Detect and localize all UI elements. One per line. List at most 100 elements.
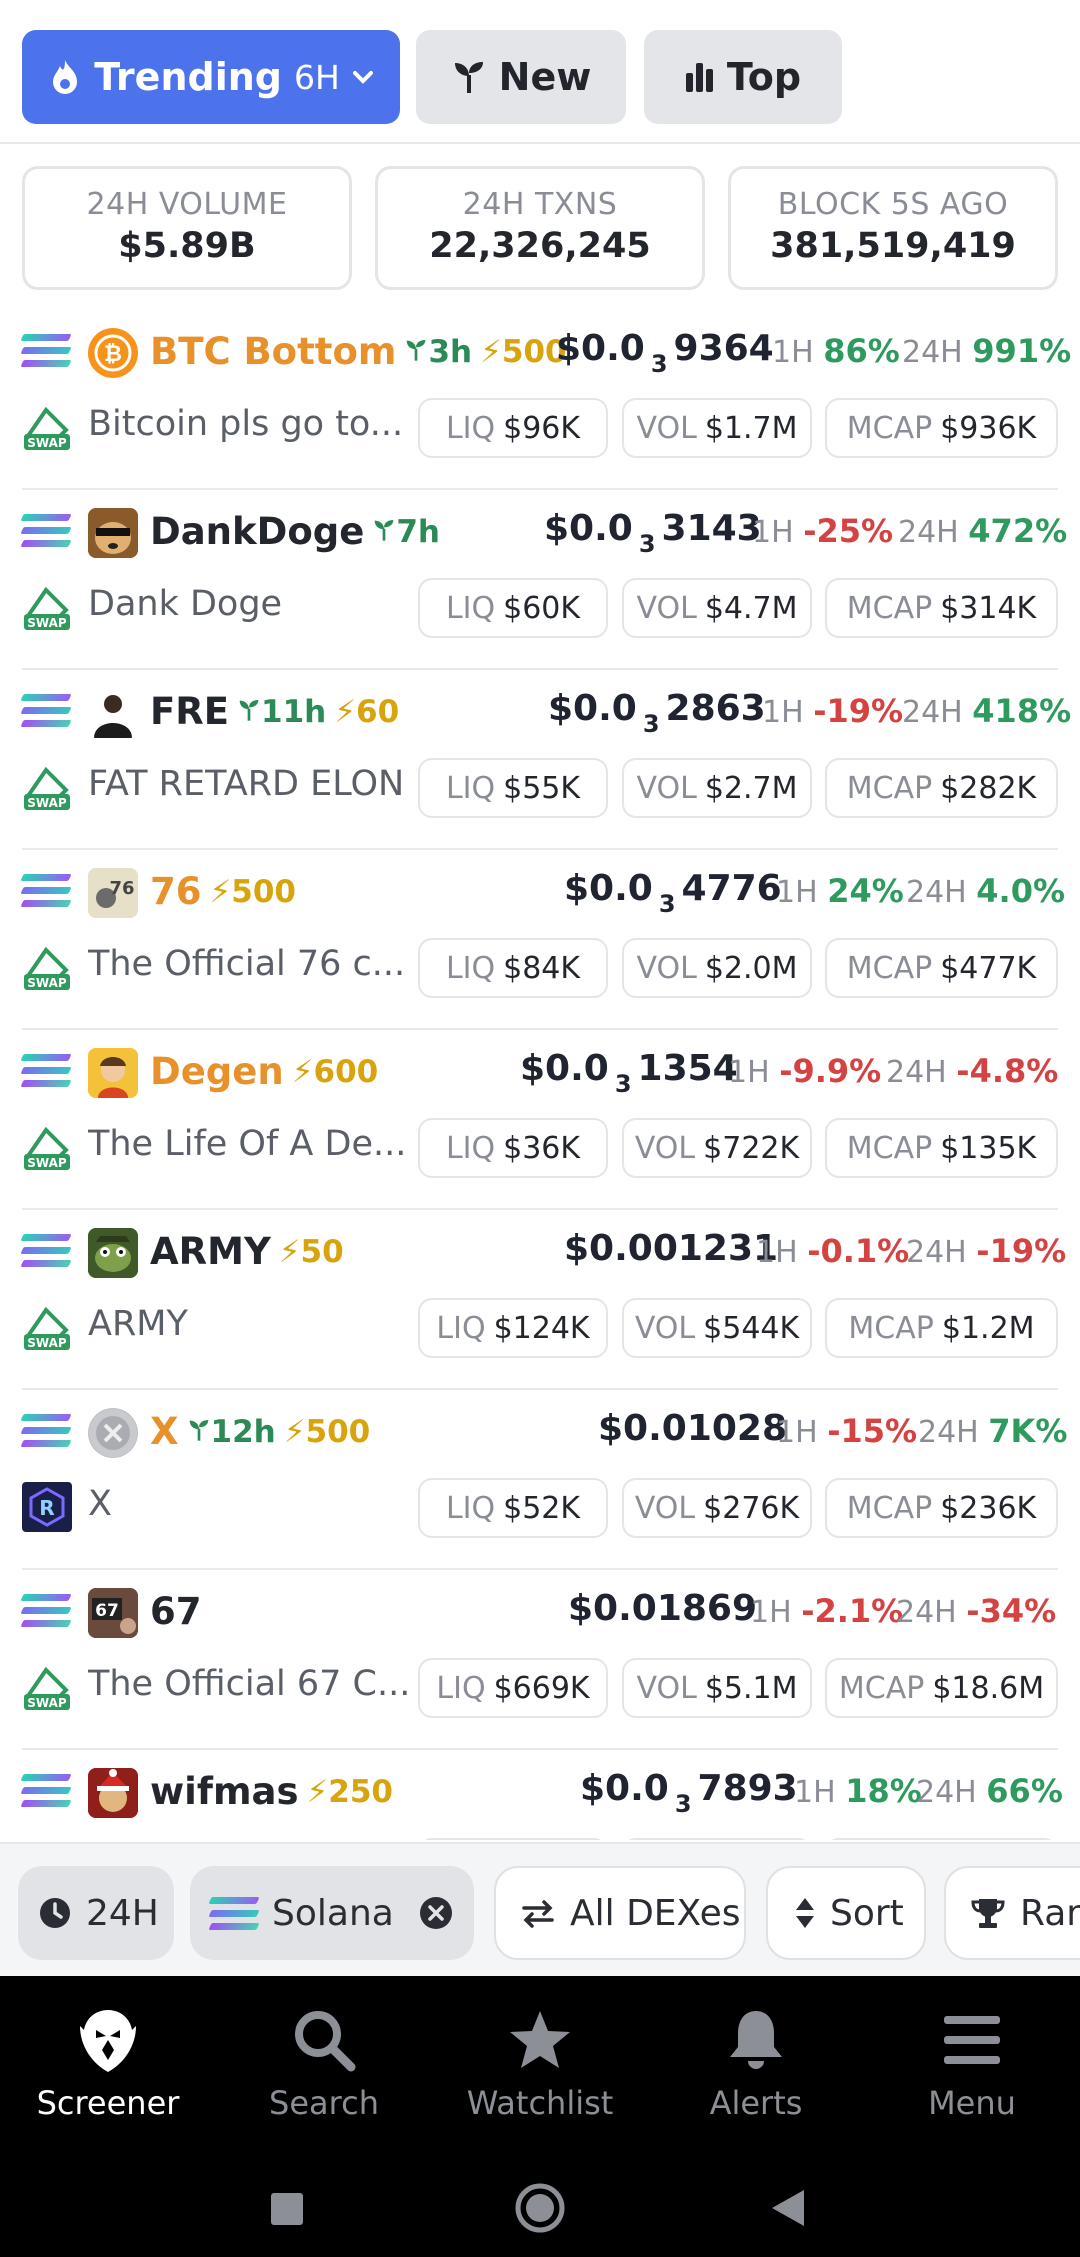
bottom-nav: Screener Search Watchlist Alerts Menu [0,1976,1080,2156]
bar-chart-icon [685,63,713,92]
home-icon[interactable] [514,2182,566,2234]
change-24h: 24H 472% [898,512,1067,550]
pill-value: $55K [503,770,581,806]
liquidity-pill: LIQ $96K [418,398,608,458]
volume-pill: VOL $276K [622,1478,812,1538]
boost-badge: ⚡250 [306,1773,394,1810]
seedling-icon [239,699,259,721]
pair-age: 11h [237,694,326,730]
close-icon[interactable] [418,1895,454,1931]
timeframe-filter[interactable]: 24H [18,1866,174,1960]
pair-row[interactable]: ARMY ⚡50 $0.001231 1H -0.1% 24H -19% SWA… [0,1210,1080,1390]
tab-top[interactable]: Top [644,30,842,124]
token-symbol: 76 ⚡500 [150,870,296,913]
token-symbol-text: 76 [150,870,202,913]
pair-age-text: 7h [396,513,440,550]
tab-new[interactable]: New [416,30,626,124]
stat-24h-txns: 24H TXNS 22,326,245 [375,166,705,290]
pair-row[interactable]: 67 67 $0.01869 1H -2.1% 24H -34% SWAP Th… [0,1570,1080,1750]
trophy-icon [971,1899,1005,1928]
boost-text: 50 [300,1233,344,1270]
token-symbol-text: DankDoge [150,510,365,553]
volume-pill: VOL $5.1M [622,1658,812,1718]
stat-label: 24H VOLUME [86,187,288,222]
token-symbol: X 12h ⚡500 [150,1410,370,1453]
nav-watchlist[interactable]: Watchlist [432,1996,648,2122]
token-name: X [88,1484,112,1524]
pair-row[interactable]: 76 76 ⚡500 $0.0 3 4776 1H 24% 24H 4.0% SWA… [0,850,1080,1030]
rank-button[interactable]: Ran [944,1866,1080,1960]
solana-icon [20,1594,72,1630]
pair-row[interactable]: Degen ⚡600 $0.0 3 1354 1H -9.9% 24H -4.8% … [0,1030,1080,1210]
tab-trending-label: Trending [94,55,282,99]
price-digits: 2863 [665,688,766,729]
change-value: -4.8% [956,1052,1059,1090]
pair-row[interactable]: X 12h ⚡500 $0.01028 1H -15% 24H 7K% R X … [0,1390,1080,1570]
change-label: 24H [898,515,959,550]
pill-label: LIQ [445,770,496,806]
price-digits: 1354 [637,1048,738,1089]
pair-row[interactable]: wifmas ⚡250 $0.0 3 7893 1H 18% 24H 66% [0,1750,1080,1840]
mcap-pill: MCAP $1.2M [825,1298,1058,1358]
nav-screener[interactable]: Screener [0,1996,216,2122]
nav-label: Watchlist [466,2084,614,2122]
change-value: -9.9% [779,1052,882,1090]
pill-label: VOL [634,1490,696,1526]
seedling-icon [189,1419,208,1441]
nav-alerts[interactable]: Alerts [648,1996,864,2122]
pair-list[interactable]: ₿ BTC Bottom 3h ⚡500 $0.0 3 9364 1H 86% 24… [0,310,1080,1840]
boost-badge: ⚡500 [283,1413,371,1450]
token-price: $0.001231 [564,1228,778,1269]
pair-age: 3h [404,334,472,370]
boost-text: 600 [313,1053,379,1090]
change-value: 86% [823,332,900,370]
mcap-pill: MCAP $936K [825,398,1058,458]
clock-icon [40,1898,70,1928]
change-label: 1H [776,875,818,910]
pair-row[interactable]: DankDoge 7h $0.0 3 3143 1H -25% 24H 472% S… [0,490,1080,670]
solana-icon [20,1234,72,1270]
pair-row[interactable]: FRE 11h ⚡60 $0.0 3 2863 1H -19% 24H 418% S… [0,670,1080,850]
price-zero-count: 3 [638,530,656,558]
token-symbol-text: wifmas [150,1770,299,1813]
token-name: FAT RETARD ELON [88,764,405,804]
search-icon [295,2011,356,2072]
recents-icon[interactable] [270,2192,304,2226]
token-avatar: 67 [88,1588,138,1638]
pill-label: LIQ [445,410,496,446]
nav-menu[interactable]: Menu [864,1996,1080,2122]
change-value: 472% [968,512,1068,550]
change-24h: 24H -4.8% [886,1052,1058,1090]
back-icon[interactable] [770,2188,806,2228]
token-symbol: DankDoge 7h [150,510,440,553]
token-avatar [88,1408,138,1458]
price-prefix: $0.001231 [564,1228,779,1269]
filter-bar[interactable]: 24H Solana All DEXes Sort Ran [0,1842,1080,1976]
pill-value: $1.2M [941,1310,1035,1346]
svg-text:67: 67 [95,1601,119,1621]
stat-value: 381,519,419 [770,226,1016,266]
chain-filter[interactable]: Solana [190,1866,474,1960]
hamburger-icon [944,2016,1000,2064]
pill-label: LIQ [445,590,496,626]
change-1h: 1H -9.9% [728,1052,881,1090]
pill-value: $722K [703,1130,800,1166]
dex-filter[interactable]: All DEXes [494,1866,746,1960]
stat-block: BLOCK 5S AGO 381,519,419 [728,166,1058,290]
change-1h: 1H 18% [794,1772,922,1810]
solana-icon [20,1774,72,1810]
price-digits: 9364 [673,328,774,369]
change-value: -25% [803,512,894,550]
token-avatar [88,688,138,738]
mcap-pill: MCAP $314K [825,578,1058,638]
price-prefix: $0.0 [564,868,653,909]
sort-button[interactable]: Sort [766,1866,926,1960]
pill-value: $282K [940,770,1037,806]
token-price: $0.0 3 2863 [548,688,766,738]
svg-text:SWAP: SWAP [27,1156,67,1170]
nav-search[interactable]: Search [216,1996,432,2122]
tab-trending[interactable]: Trending 6H [22,30,400,124]
pair-row[interactable]: ₿ BTC Bottom 3h ⚡500 $0.0 3 9364 1H 86% 24… [0,310,1080,490]
change-value: 991% [972,332,1072,370]
change-label: 24H [906,875,967,910]
